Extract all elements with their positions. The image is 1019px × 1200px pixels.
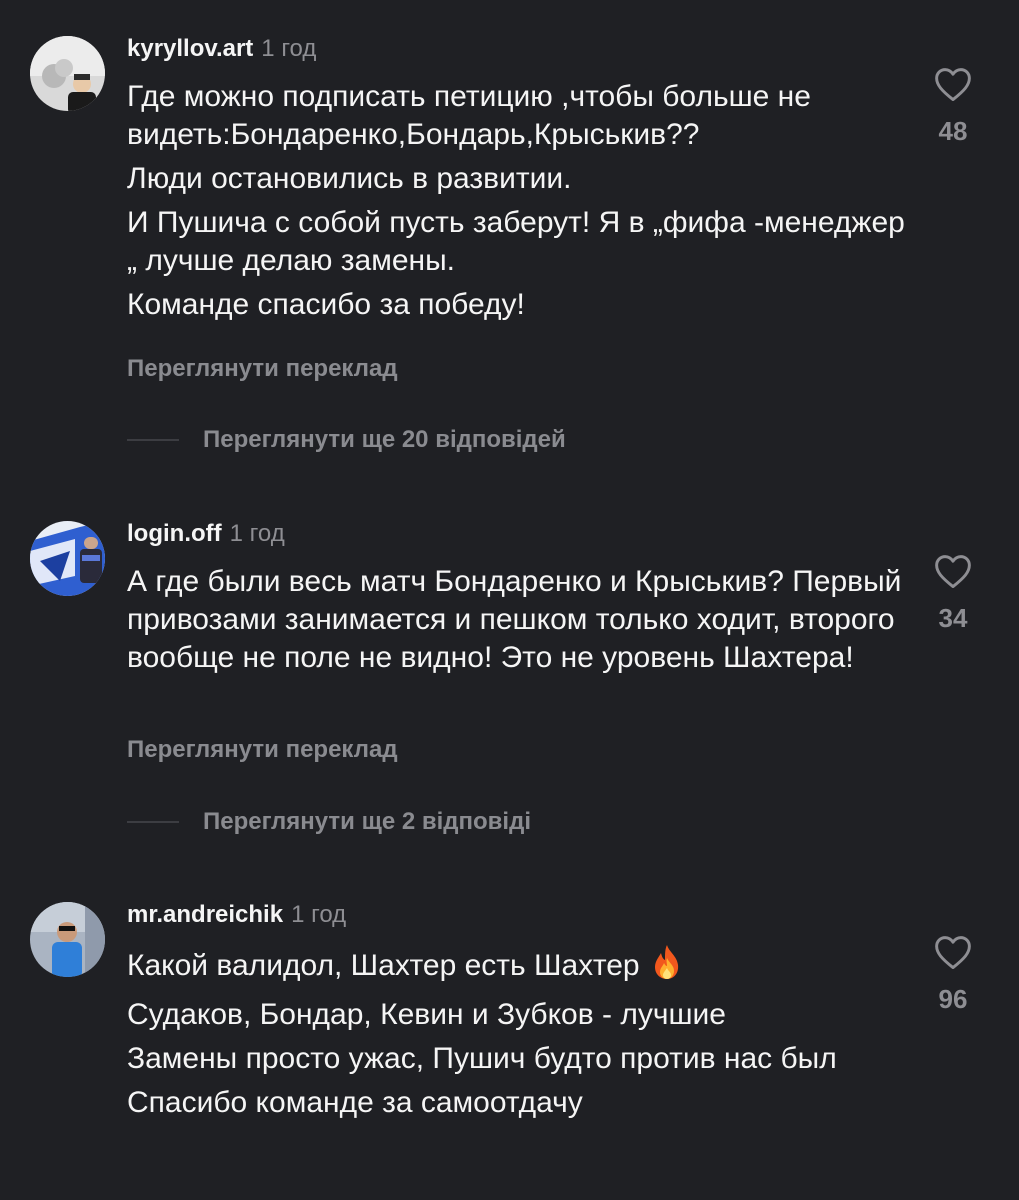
heart-outline-icon (922, 66, 984, 102)
comment-text: Какой валидол, Шахтер есть Шахтер Судако… (127, 944, 907, 1128)
comment-header: mr.andreichik 1 год (127, 900, 346, 930)
fire-emoji (650, 944, 684, 990)
comment-header: login.off 1 год (127, 519, 285, 549)
comment-paragraph: Команде спасибо за победу! (127, 288, 525, 321)
like-button[interactable]: 34 (922, 553, 984, 634)
like-button[interactable]: 96 (922, 934, 984, 1015)
replies-divider (127, 439, 179, 441)
view-translation-link[interactable]: Переглянути переклад (127, 355, 398, 383)
comment-text: Где можно подписать петицию ,чтобы больш… (127, 78, 907, 330)
view-translation-link[interactable]: Переглянути переклад (127, 736, 398, 764)
comment-paragraph: Где можно подписать петицию ,чтобы больш… (127, 80, 811, 151)
comment-paragraph: И Пушича с собой пусть заберут! Я в „фиф… (127, 206, 905, 277)
like-count: 34 (938, 603, 968, 633)
comment-paragraph: Судаков, Бондар, Кевин и Зубков - лучшие (127, 998, 726, 1031)
avatar[interactable] (30, 36, 105, 111)
avatar[interactable] (30, 521, 105, 596)
like-count: 96 (938, 984, 968, 1014)
comment-paragraph-text: Какой валидол, Шахтер есть Шахтер (127, 948, 640, 982)
comment-paragraph: Какой валидол, Шахтер есть Шахтер (127, 944, 907, 990)
timestamp: 1 год (261, 35, 317, 62)
view-replies-button[interactable]: Переглянути ще 20 відповідей (127, 425, 566, 455)
view-replies-label: Переглянути ще 20 відповідей (203, 426, 566, 453)
like-button[interactable]: 48 (922, 66, 984, 147)
username[interactable]: kyryllov.art (127, 35, 253, 62)
heart-outline-icon (922, 553, 984, 589)
comment-text: А где были весь матч Бондаренко и Крыськ… (127, 563, 907, 683)
comment-paragraph: Спасибо команде за самоотдачу (127, 1086, 583, 1119)
view-replies-label: Переглянути ще 2 відповіді (203, 808, 531, 835)
comment-paragraph: А где были весь матч Бондаренко и Крыськ… (127, 565, 902, 674)
replies-divider (127, 821, 179, 823)
avatar[interactable] (30, 902, 105, 977)
timestamp: 1 год (291, 901, 347, 928)
timestamp: 1 год (229, 520, 285, 547)
username[interactable]: mr.andreichik (127, 901, 283, 928)
comment-paragraph: Люди остановились в развитии. (127, 162, 572, 195)
username[interactable]: login.off (127, 520, 222, 547)
heart-outline-icon (922, 934, 984, 970)
like-count: 48 (938, 116, 968, 146)
comment-header: kyryllov.art 1 год (127, 34, 316, 64)
comment-paragraph: Замены просто ужас, Пушич будто против н… (127, 1042, 837, 1075)
view-replies-button[interactable]: Переглянути ще 2 відповіді (127, 807, 531, 837)
